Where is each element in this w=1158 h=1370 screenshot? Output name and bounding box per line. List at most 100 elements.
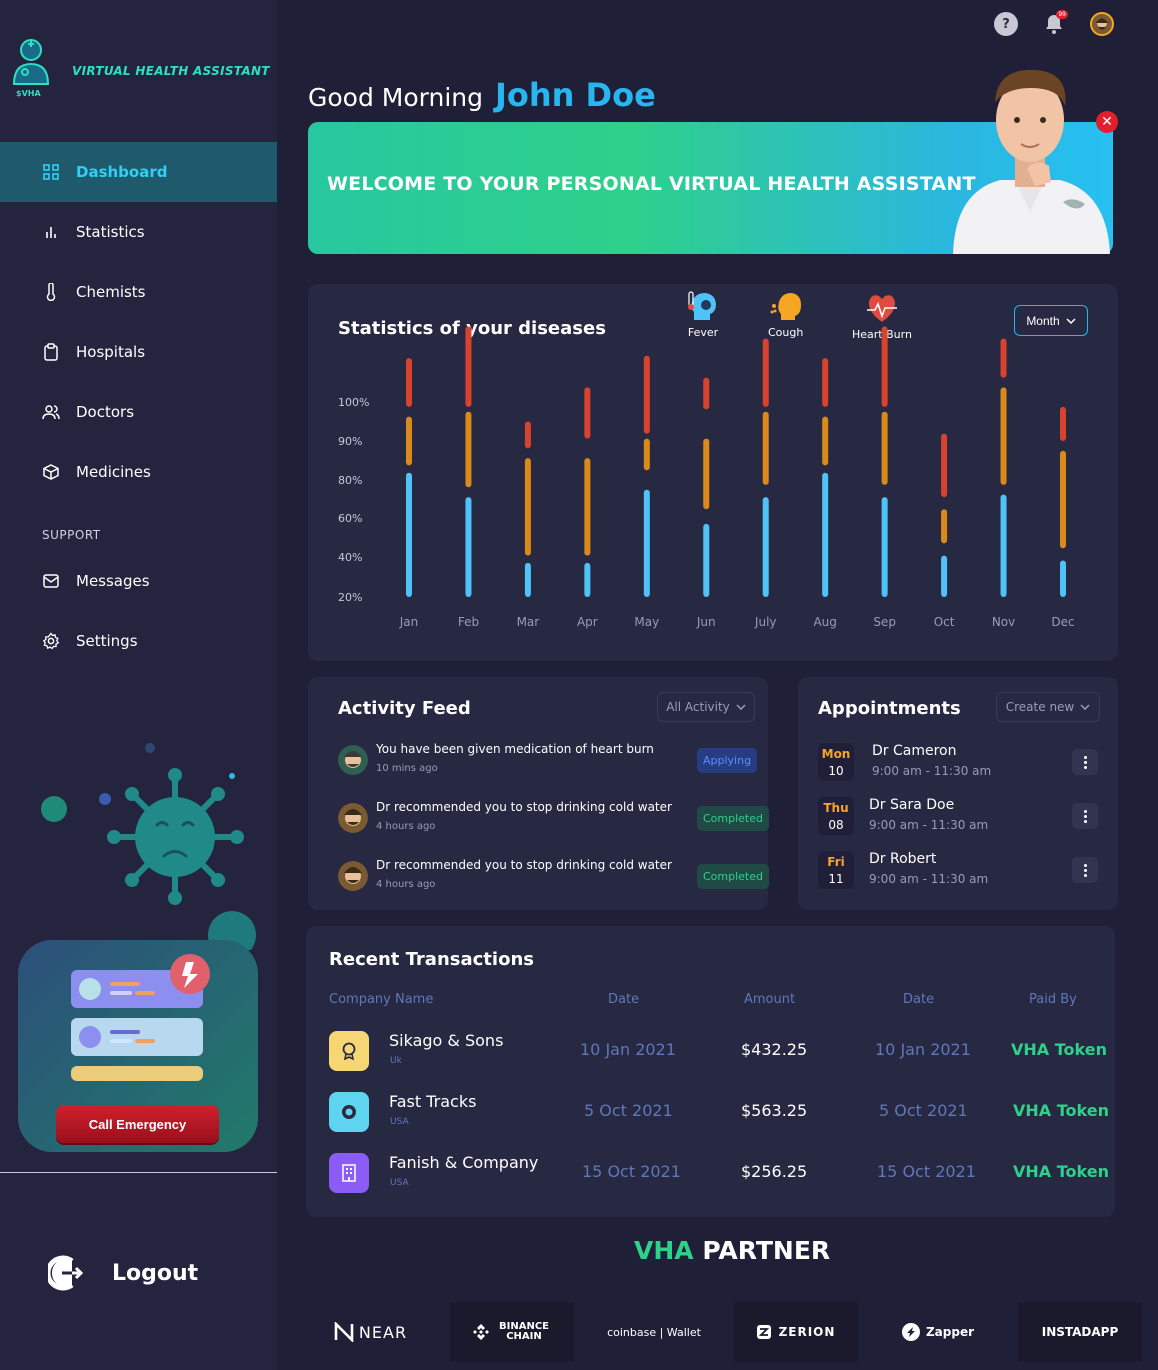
partners-title-accent: VHA bbox=[634, 1236, 694, 1265]
status-badge: Applying bbox=[697, 748, 758, 773]
more-options-icon[interactable] bbox=[1072, 803, 1098, 829]
table-row[interactable]: Fast Tracks USA 5 Oct 2021 $563.25 5 Oct… bbox=[306, 1092, 1115, 1136]
appointment-day: Fri bbox=[827, 854, 845, 869]
more-options-icon[interactable] bbox=[1072, 857, 1098, 883]
nav-item-medicines[interactable]: Medicines bbox=[0, 442, 277, 502]
notifications-bell-icon[interactable]: 99 bbox=[1042, 10, 1068, 36]
binance-logo-icon bbox=[473, 1324, 489, 1340]
partner-label: coinbase | Wallet bbox=[607, 1325, 701, 1339]
status-badge: Completed bbox=[697, 864, 769, 889]
clipboard-icon bbox=[42, 343, 60, 361]
thermometer-icon bbox=[42, 283, 60, 301]
nav-item-messages[interactable]: Messages bbox=[0, 551, 277, 611]
nav-item-doctors[interactable]: Doctors bbox=[0, 382, 277, 442]
activity-time: 4 hours ago bbox=[376, 879, 436, 890]
activity-item[interactable]: Dr recommended you to stop drinking cold… bbox=[338, 799, 769, 839]
disease-bar-chart: 100% 90% 80% 60% 40% 20% Jan Feb Mar Apr May Jun Jul… bbox=[338, 326, 1075, 629]
partner-coinbase[interactable]: coinbase | Wallet bbox=[592, 1302, 716, 1362]
column-header-amount[interactable]: Amount bbox=[744, 992, 795, 1007]
nav-item-statistics[interactable]: Statistics bbox=[0, 202, 277, 262]
support-nav: Messages Settings bbox=[0, 551, 277, 671]
x-tick-label: Apr bbox=[577, 615, 598, 629]
greeting-text: Good Morning bbox=[308, 83, 483, 112]
greeting: Good Morning John Doe bbox=[308, 76, 656, 114]
appointment-day: Mon bbox=[821, 746, 851, 761]
transactions-title: Recent Transactions bbox=[329, 949, 534, 970]
medal-icon bbox=[329, 1031, 369, 1071]
appointments-card: Appointments Create new Mon 10 Dr Camero… bbox=[798, 677, 1118, 910]
transaction-amount: $432.25 bbox=[741, 1040, 808, 1059]
call-emergency-button[interactable]: Call Emergency bbox=[56, 1105, 219, 1143]
x-tick-label: Jan bbox=[399, 615, 419, 629]
table-row[interactable]: Fanish & Company USA 15 Oct 2021 $256.25… bbox=[306, 1153, 1115, 1197]
appointment-item[interactable]: Thu 08 Dr Sara Doe 9:00 am - 11:30 am bbox=[818, 797, 1103, 837]
partner-binance[interactable]: BINANCE CHAIN bbox=[450, 1302, 574, 1362]
activity-text: Dr recommended you to stop drinking cold… bbox=[376, 858, 672, 872]
grid-icon bbox=[42, 163, 60, 181]
activity-filter-value: All Activity bbox=[666, 700, 730, 714]
transaction-amount: $563.25 bbox=[741, 1101, 808, 1120]
notification-count-badge: 99 bbox=[1056, 10, 1068, 19]
column-header-paid-by[interactable]: Paid By bbox=[1029, 992, 1077, 1007]
y-tick-label: 100% bbox=[338, 396, 369, 409]
column-header-company[interactable]: Company Name bbox=[329, 992, 433, 1007]
x-tick-label: Mar bbox=[517, 615, 540, 629]
nav-item-settings[interactable]: Settings bbox=[0, 611, 277, 671]
sidebar: $VHA VIRTUAL HEALTH ASSISTANT Dashboard … bbox=[0, 0, 277, 1370]
partner-instadapp[interactable]: INSTADAPP bbox=[1018, 1302, 1142, 1362]
y-tick-label: 90% bbox=[338, 435, 362, 448]
more-options-icon[interactable] bbox=[1072, 749, 1098, 775]
statistics-card: Statistics of your diseases Fever Cough … bbox=[308, 284, 1118, 661]
appointment-day-number: 10 bbox=[828, 763, 844, 778]
activity-item[interactable]: Dr recommended you to stop drinking cold… bbox=[338, 857, 769, 897]
create-new-dropdown[interactable]: Create new bbox=[996, 692, 1100, 722]
bar-chart-icon bbox=[42, 223, 60, 241]
appointment-day-number: 08 bbox=[828, 817, 844, 832]
column-header-date-2[interactable]: Date bbox=[903, 992, 934, 1007]
x-tick-label: Nov bbox=[992, 615, 1015, 629]
appointment-item[interactable]: Fri 11 Dr Robert 9:00 am - 11:30 am bbox=[818, 851, 1103, 891]
nav-item-dashboard[interactable]: Dashboard bbox=[0, 142, 277, 202]
company-country: Uk bbox=[390, 1056, 402, 1066]
partner-zapper[interactable]: Zapper bbox=[876, 1302, 1000, 1362]
nav-item-label: Medicines bbox=[76, 463, 151, 481]
avatar bbox=[338, 745, 368, 775]
transaction-date: 10 Jan 2021 bbox=[580, 1040, 676, 1059]
x-tick-label: Sep bbox=[873, 615, 896, 629]
activity-text: You have been given medication of heart … bbox=[376, 742, 654, 756]
appointment-day-number: 11 bbox=[828, 871, 844, 886]
app-logo[interactable]: $VHA VIRTUAL HEALTH ASSISTANT bbox=[8, 36, 269, 98]
transactions-card: Recent Transactions Company Name Date Am… bbox=[306, 926, 1115, 1217]
close-banner-button[interactable]: ✕ bbox=[1096, 111, 1118, 133]
transaction-amount: $256.25 bbox=[741, 1162, 808, 1181]
transaction-date-2: 15 Oct 2021 bbox=[877, 1162, 976, 1181]
company-name: Fast Tracks bbox=[389, 1092, 477, 1111]
x-tick-label: Feb bbox=[458, 615, 479, 629]
appointment-date: Mon 10 bbox=[818, 743, 854, 781]
transaction-date-2: 10 Jan 2021 bbox=[875, 1040, 971, 1059]
logout-button[interactable]: Logout bbox=[48, 1255, 198, 1291]
doctor-portrait-illustration bbox=[953, 69, 1110, 254]
appointment-item[interactable]: Mon 10 Dr Cameron 9:00 am - 11:30 am bbox=[818, 743, 1103, 783]
partner-zerion[interactable]: ZERION bbox=[734, 1302, 858, 1362]
activity-filter-dropdown[interactable]: All Activity bbox=[657, 692, 755, 722]
help-icon[interactable]: ? bbox=[994, 12, 1018, 36]
appointment-doctor: Dr Cameron bbox=[872, 743, 957, 759]
company-country: USA bbox=[390, 1117, 409, 1127]
nav-item-hospitals[interactable]: Hospitals bbox=[0, 322, 277, 382]
activity-item[interactable]: You have been given medication of heart … bbox=[338, 741, 758, 781]
gear-icon bbox=[42, 632, 60, 650]
column-header-date[interactable]: Date bbox=[608, 992, 639, 1007]
table-row[interactable]: Sikago & Sons Uk 10 Jan 2021 $432.25 10 … bbox=[306, 1031, 1115, 1075]
partner-near[interactable]: NEAR bbox=[308, 1302, 432, 1362]
logo-caption: $VHA bbox=[16, 89, 41, 98]
doctor-logo-icon: $VHA bbox=[12, 39, 50, 98]
support-heading: SUPPORT bbox=[42, 528, 101, 542]
user-avatar[interactable] bbox=[1090, 12, 1114, 36]
nav-item-chemists[interactable]: Chemists bbox=[0, 262, 277, 322]
x-tick-label: Dec bbox=[1051, 615, 1074, 629]
user-name: John Doe bbox=[494, 76, 656, 114]
partners-row: NEAR BINANCE CHAIN coinbase | Wallet ZER… bbox=[308, 1302, 1158, 1362]
nav-item-label: Doctors bbox=[76, 403, 135, 421]
box-icon bbox=[42, 463, 60, 481]
